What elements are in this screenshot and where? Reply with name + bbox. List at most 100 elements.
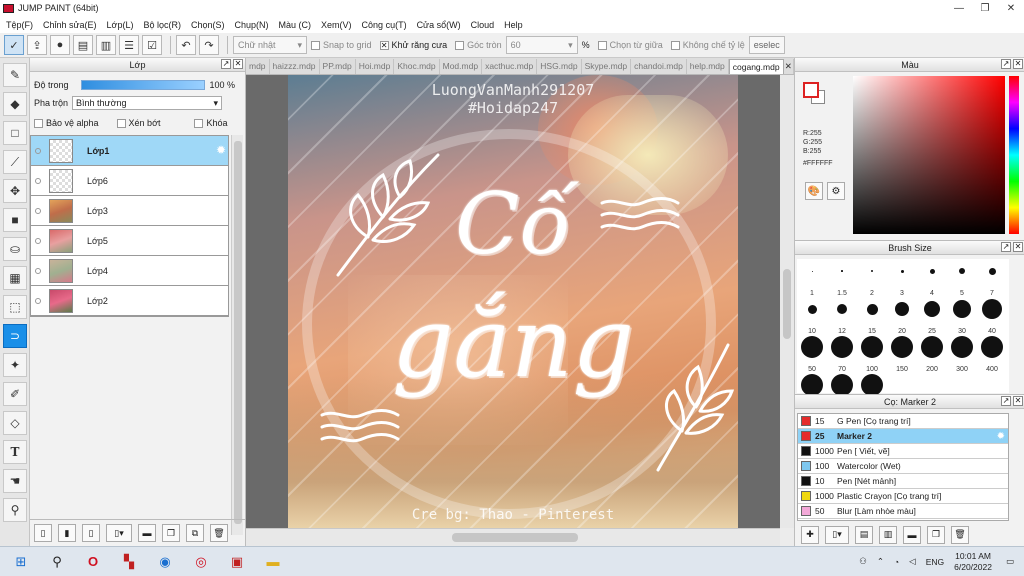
artwork-canvas[interactable]: LuongVanManh291207 #Hoidap247 Cố gắng Cr… — [288, 75, 738, 528]
canvas-horizontal-scrollbar[interactable] — [246, 528, 780, 546]
tab-hsg[interactable]: HSG.mdp — [537, 59, 582, 74]
layer-row[interactable]: Lớp6 — [31, 166, 228, 196]
tab-help[interactable]: help.mdp — [687, 59, 729, 74]
layer-row[interactable]: Lớp1 ✹ — [31, 136, 228, 166]
close-icon[interactable]: ✕ — [1013, 59, 1023, 69]
line-tool-icon[interactable]: ⟋ — [3, 150, 27, 174]
tab-haizzz[interactable]: haizzz.mdp — [270, 59, 320, 74]
tab-mod[interactable]: Mod.mdp — [440, 59, 483, 74]
menu-view[interactable]: Xem(V) — [317, 20, 358, 30]
scroll-thumb[interactable] — [234, 141, 242, 524]
canvas-area[interactable]: LuongVanManh291207 #Hoidap247 Cố gắng Cr… — [246, 75, 780, 528]
file-explorer-icon[interactable]: ▬ — [258, 550, 288, 574]
snap-to-grid-checkbox[interactable]: Snap to grid — [311, 40, 372, 50]
jump-paint-icon[interactable]: ▣ — [222, 550, 252, 574]
brush-size-cell[interactable]: 12 — [827, 297, 857, 335]
brush-size-cell[interactable]: 1 — [797, 259, 827, 297]
folder-icon[interactable]: ▬ — [903, 525, 921, 544]
duplicate-brush-icon[interactable]: ❐ — [927, 525, 945, 544]
lasso-tool-icon[interactable]: ⊃ — [3, 324, 27, 348]
new-8bit-layer-icon[interactable]: ▮ — [58, 524, 76, 542]
tab-pp[interactable]: PP.mdp — [320, 59, 356, 74]
select-center-checkbox[interactable]: Chọn từ giữa — [597, 40, 663, 50]
menu-tools[interactable]: Công cụ(T) — [358, 20, 413, 30]
hand-tool-icon[interactable]: ☚ — [3, 469, 27, 493]
opera-gx-icon[interactable]: ◎ — [186, 550, 216, 574]
duplicate-layer-icon[interactable]: ❐ — [162, 524, 180, 542]
scroll-thumb[interactable] — [783, 269, 791, 339]
brush-item[interactable]: 1000 Pen [ Viết, vẽ] — [798, 444, 1008, 459]
close-icon[interactable]: ✕ — [1013, 396, 1023, 406]
fill-rect-tool-icon[interactable]: ■ — [3, 208, 27, 232]
visibility-icon[interactable] — [35, 297, 41, 304]
popout-icon[interactable]: ↗ — [1001, 396, 1011, 406]
brush-size-cell[interactable]: 2 — [857, 259, 887, 297]
brush-item[interactable]: 10 Pen [Nét mảnh] — [798, 474, 1008, 489]
foreground-color-swatch[interactable] — [803, 82, 819, 98]
brush-menu-icon[interactable]: ▯▾ — [825, 525, 849, 544]
popout-icon[interactable]: ↗ — [221, 59, 231, 69]
scroll-thumb[interactable] — [452, 533, 578, 542]
palette-icon[interactable]: 🎨 — [805, 182, 823, 200]
brush-size-cell[interactable]: 4 — [917, 259, 947, 297]
select-pen-tool-icon[interactable]: ✐ — [3, 382, 27, 406]
brush-size-cell[interactable]: 1.5 — [827, 259, 857, 297]
tab-skype[interactable]: Skype.mdp — [582, 59, 632, 74]
brush-size-cell[interactable]: 400 — [977, 335, 1007, 373]
comment-icon[interactable]: ● — [50, 35, 70, 55]
gradient-tool-icon[interactable]: ▦ — [3, 266, 27, 290]
list-icon[interactable]: ☰ — [119, 35, 139, 55]
brush-size-cell[interactable]: 30 — [947, 297, 977, 335]
hue-slider[interactable] — [1009, 76, 1019, 234]
tab-xacthuc[interactable]: xacthuc.mdp — [482, 59, 538, 74]
brush-size-cell[interactable]: 5 — [947, 259, 977, 297]
brush-item[interactable]: 50 Blur [Làm nhòe màu] — [798, 504, 1008, 519]
visibility-icon[interactable] — [35, 147, 41, 154]
brush-size-cell[interactable]: 150 — [887, 335, 917, 373]
language-indicator[interactable]: ENG — [926, 557, 944, 567]
tab-cogang[interactable]: cogang.mdp — [728, 59, 784, 74]
menu-filter[interactable]: Bộ lọc(R) — [139, 20, 187, 30]
opera-icon[interactable]: O — [78, 550, 108, 574]
layer-row[interactable]: Lớp3 — [31, 196, 228, 226]
brush-item[interactable]: 100 Watercolor (Wet) — [798, 459, 1008, 474]
text-tool-icon[interactable]: T — [3, 440, 27, 464]
minimize-button[interactable]: — — [946, 3, 972, 14]
layer-row[interactable]: Lớp5 — [31, 226, 228, 256]
shape-select[interactable]: Chữ nhật ▾ — [233, 36, 307, 54]
delete-layer-icon[interactable]: 🗑 — [210, 524, 228, 542]
tab-chandoi[interactable]: chandoi.mdp — [631, 59, 687, 74]
network-icon[interactable]: ◔ — [894, 557, 899, 567]
brush-size-cell[interactable]: 50 — [797, 335, 827, 373]
brush-settings-icon[interactable]: ▤ — [855, 525, 873, 544]
layer-list-scrollbar[interactable] — [231, 135, 243, 535]
fixed-ratio-checkbox[interactable]: Không chế tỷ lệ — [670, 40, 745, 50]
tab-mdp[interactable]: mdp — [246, 59, 270, 74]
deselect-button[interactable]: eselec — [748, 36, 785, 54]
eyedropper-tool-icon[interactable]: ⚲ — [3, 498, 27, 522]
visibility-icon[interactable] — [35, 267, 41, 274]
layer-row[interactable]: Lớp2 — [31, 286, 228, 316]
brush-size-cell[interactable]: 3 — [887, 259, 917, 297]
blend-mode-select[interactable]: Bình thường ▾ — [72, 96, 223, 110]
round-corner-checkbox[interactable]: Góc tròn — [455, 40, 502, 50]
protect-alpha-checkbox[interactable]: Bảo vệ alpha — [34, 118, 99, 128]
brush-size-cell[interactable]: 20 — [887, 297, 917, 335]
redo-icon[interactable]: ↷ — [199, 35, 219, 55]
brush-size-cell[interactable]: 7 — [977, 259, 1007, 297]
canvas-vertical-scrollbar[interactable] — [780, 75, 794, 528]
close-icon[interactable]: ✕ — [1013, 242, 1023, 252]
brush-size-cell[interactable]: 300 — [947, 335, 977, 373]
menu-window[interactable]: Cửa sổ(W) — [413, 20, 467, 30]
select-tool-icon[interactable]: ⬚ — [3, 295, 27, 319]
saturation-value-picker[interactable] — [853, 76, 1005, 234]
menu-color[interactable]: Màu (C) — [275, 20, 318, 30]
popout-icon[interactable]: ↗ — [1001, 59, 1011, 69]
layer-row[interactable]: Lớp4 — [31, 256, 228, 286]
visibility-icon[interactable] — [35, 237, 41, 244]
move-tool-icon[interactable]: ✥ — [3, 179, 27, 203]
add-layer-menu-icon[interactable]: ▯▾ — [106, 524, 132, 542]
new-1bit-layer-icon[interactable]: ▯ — [82, 524, 100, 542]
close-icon[interactable]: ✕ — [784, 59, 794, 74]
close-button[interactable]: ✕ — [998, 3, 1024, 14]
